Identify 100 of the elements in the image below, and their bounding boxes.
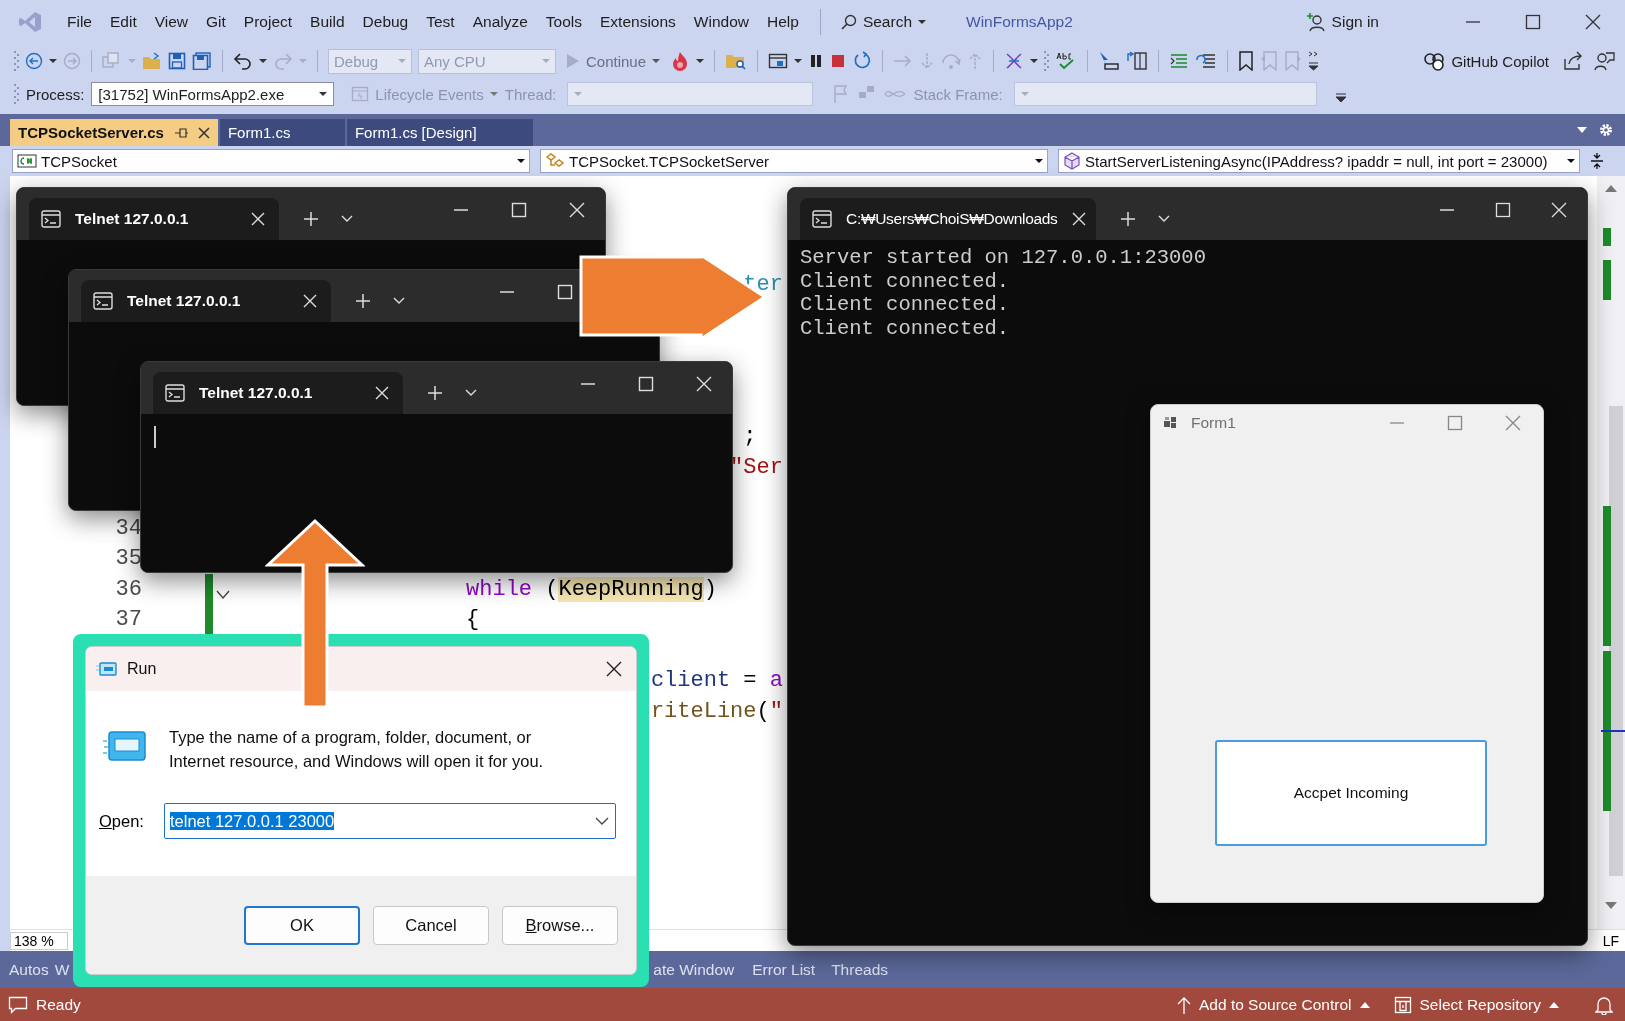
feedback-icon[interactable] [1593,51,1615,71]
grip-handle[interactable] [14,83,19,105]
dialog-button[interactable]: OK [244,905,360,945]
close-icon[interactable] [606,661,622,677]
menu-item[interactable]: Test [417,8,464,35]
caret-icon[interactable] [319,91,328,97]
notification-icon[interactable] [1595,994,1613,1015]
save-all-icon[interactable] [192,52,212,70]
console-icon[interactable] [93,292,113,310]
caret-icon[interactable] [696,58,705,64]
menu-item[interactable]: Project [234,8,302,35]
search-icon[interactable] [840,13,857,30]
stack-frame-label: Stack Frame: [913,85,1003,103]
grip-handle[interactable] [14,50,19,72]
overflow-icon[interactable] [1308,51,1321,71]
columns-icon[interactable] [1126,51,1149,71]
zoom-field[interactable]: 138 % [10,931,68,950]
search-button[interactable]: Search [832,8,934,35]
add-to-source-control-button[interactable]: Add to Source Control [1177,995,1370,1014]
line-ending-label[interactable]: LF [1602,932,1619,949]
console-icon[interactable] [41,210,61,228]
folder-search-icon[interactable] [725,52,748,70]
split-icon[interactable] [1590,152,1604,170]
type-dropdown[interactable]: TCPSocket.TCPSocketServer [540,149,1048,173]
new-tab-icon[interactable] [1120,211,1136,227]
menu-item[interactable]: Help [758,8,808,35]
method-icon[interactable] [1063,152,1081,170]
copilot-icon[interactable] [1423,51,1446,71]
menu-item[interactable]: Build [301,8,354,35]
person-add-icon[interactable] [1305,11,1326,32]
terminal-tab[interactable]: Telnet 127.0.0.1 [81,280,331,322]
new-tab-icon[interactable] [427,385,443,401]
new-tab-icon[interactable] [303,211,319,227]
member-dropdown[interactable]: StartServerListeningAsync(IPAddress? ipaddr = null, int port = 23000) [1058,149,1580,173]
comment-icon[interactable] [8,994,28,1015]
panel-tab[interactable]: W [54,956,70,983]
process-label: Process: [26,85,85,103]
caret-icon[interactable] [1035,158,1043,164]
close-icon[interactable] [197,126,210,139]
close-icon[interactable] [1585,13,1601,30]
menu-item[interactable]: File [58,8,101,35]
menu-item[interactable]: Window [684,8,758,35]
pin-icon[interactable] [173,126,188,139]
stop-icon[interactable] [830,53,847,69]
menu-item[interactable]: Extensions [591,8,685,35]
console-icon[interactable] [165,384,185,402]
panel-tab[interactable]: Autos [9,956,49,983]
dialog-button[interactable]: Browse... [502,905,618,945]
document-tab[interactable]: TCPSocketServer.cs [10,119,218,146]
caret-icon[interactable] [1567,158,1575,164]
caret-icon[interactable] [1030,58,1039,64]
back-icon[interactable] [25,52,43,70]
panel-tab[interactable]: Error List [752,956,816,983]
bookmark-icon[interactable] [1238,51,1255,71]
restart-icon[interactable] [852,51,873,71]
accept-button[interactable]: Accpet Incoming [1215,740,1487,846]
maximize-icon[interactable] [1525,13,1541,30]
menu-item[interactable]: Git [197,8,235,35]
terminal-tab[interactable]: Telnet 127.0.0.1 [29,198,279,240]
window-icon[interactable] [768,52,789,70]
caret-icon[interactable] [918,18,926,25]
overflow-icon[interactable] [1335,91,1346,103]
copilot-button[interactable]: GitHub Copilot [1419,51,1553,71]
caret-icon[interactable] [794,58,803,64]
menu-item[interactable]: Debug [353,8,418,35]
process-dropdown[interactable]: [31752] WinFormsApp2.exe [91,82,335,106]
terminal-tab[interactable]: Telnet 127.0.0.1 [153,372,403,414]
panel-tab[interactable]: Threads [831,956,888,983]
settings-icon[interactable] [1599,123,1613,137]
console-icon[interactable] [812,210,832,228]
select-repository-button[interactable]: Select Repository [1393,995,1559,1014]
class-icon[interactable] [545,152,565,170]
open-folder-icon[interactable] [142,52,162,70]
document-tab[interactable]: Form1.cs [219,119,345,146]
terminal-tab[interactable]: C:₩Users₩ChoiS₩Downloads [800,198,1096,240]
open-input-field[interactable]: telnet 127.0.0.1 23000 [163,803,616,839]
undo-icon[interactable] [233,52,253,70]
document-tab[interactable]: Form1.cs [Design] [346,119,533,146]
outdent-icon[interactable] [1195,52,1218,70]
share-icon[interactable] [1563,51,1583,71]
menu-item[interactable]: Analyze [463,8,537,35]
dialog-button[interactable]: Cancel [373,905,489,945]
caret-icon[interactable] [259,58,267,64]
menu-item[interactable]: Tools [536,8,592,35]
caret-icon[interactable] [595,817,609,825]
save-icon[interactable] [168,52,186,70]
menu-item[interactable]: Edit [101,8,146,35]
collapse-icon[interactable] [216,590,230,600]
csharp-project-icon[interactable] [17,154,37,168]
project-dropdown[interactable]: TCPSocket [12,149,530,173]
caret-icon[interactable] [517,158,525,164]
caret-icon[interactable] [49,58,57,64]
repository-icon[interactable] [1393,995,1412,1014]
new-tab-icon[interactable] [355,293,371,309]
menu-item[interactable]: View [145,8,198,35]
cursor-icon[interactable] [1098,51,1121,71]
sign-in-button[interactable]: Sign in [1297,7,1387,36]
grip-handle[interactable] [1044,50,1050,72]
arrow-up-icon[interactable] [1177,995,1191,1014]
panel-tab[interactable]: ate Window [653,956,735,983]
